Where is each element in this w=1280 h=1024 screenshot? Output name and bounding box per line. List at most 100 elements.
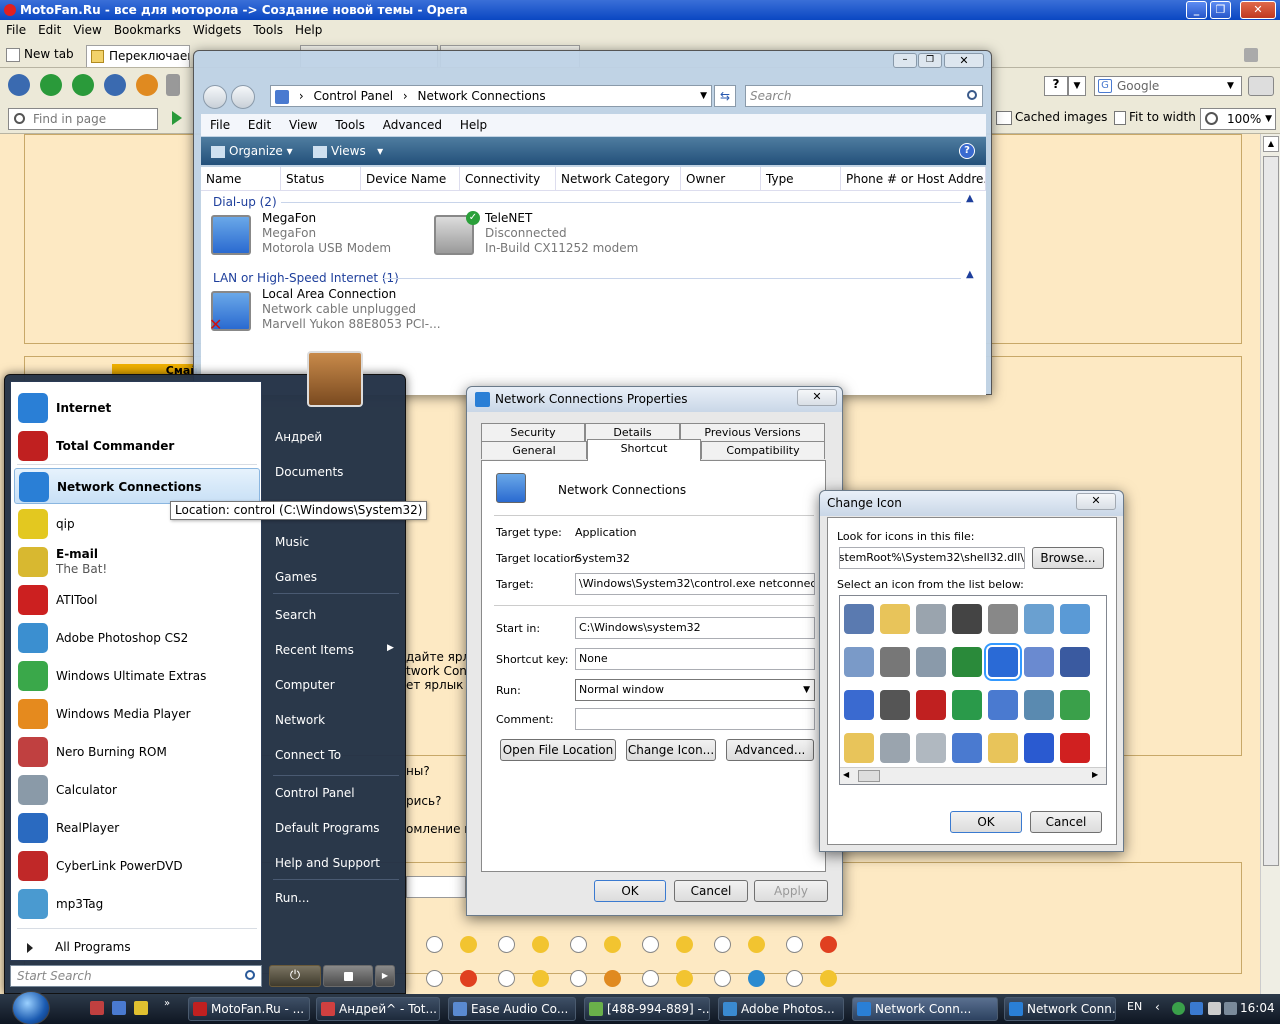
fit-to-width-button[interactable]: Fit to width — [1114, 110, 1196, 125]
ok-button[interactable]: OK — [950, 811, 1022, 833]
scroll-thumb[interactable] — [858, 770, 880, 782]
program-item[interactable]: Calculator — [14, 772, 260, 808]
menu-tools[interactable]: Tools — [335, 118, 365, 132]
start-place-item[interactable]: Default Programs — [275, 821, 380, 835]
program-item[interactable]: ATITool — [14, 582, 260, 618]
fast-forward-icon[interactable] — [104, 74, 126, 96]
minimize-button[interactable]: _ — [1186, 1, 1207, 19]
connection-megafon[interactable]: MegaFon MegaFon Motorola USB Modem — [209, 211, 429, 259]
smiley-icon[interactable] — [460, 936, 477, 953]
search-dropdown-icon[interactable]: ▼ — [1227, 76, 1241, 96]
collapse-icon[interactable]: ▲ — [966, 269, 974, 280]
menu-widgets[interactable]: Widgets — [187, 20, 248, 40]
page-scrollbar[interactable]: ▲ — [1260, 134, 1280, 994]
smiley-radio[interactable] — [786, 936, 803, 953]
smiley-radio[interactable] — [426, 936, 443, 953]
smiley-radio[interactable] — [498, 970, 515, 987]
taskbar-button[interactable]: Adobe Photos... — [718, 997, 844, 1021]
monitor-icon[interactable] — [1060, 604, 1090, 634]
icon-file-field[interactable]: \SystemRoot%\System32\shell32.dll — [839, 547, 1025, 569]
cancel-button[interactable]: Cancel — [674, 880, 748, 902]
views-button[interactable]: Views ▾ — [313, 137, 383, 165]
taskbar-button[interactable]: MotoFan.Ru - ... — [188, 997, 310, 1021]
breadcrumb-control-panel[interactable]: Control Panel — [313, 89, 393, 103]
chip2-icon[interactable] — [1060, 647, 1090, 677]
help-icon[interactable] — [1024, 733, 1054, 763]
scroll-left-icon[interactable]: ◀ — [843, 770, 849, 779]
binoculars-icon[interactable] — [1248, 76, 1274, 96]
disk-icon[interactable] — [880, 733, 910, 763]
start-place-item[interactable]: Search — [275, 608, 316, 622]
tray-icon[interactable] — [1190, 1002, 1203, 1015]
help-icon[interactable]: ? — [959, 143, 975, 159]
column-phone[interactable]: Phone # or Host Addre... — [841, 167, 986, 191]
apply-button[interactable]: Apply — [754, 880, 828, 902]
breadcrumb-network-connections[interactable]: Network Connections — [418, 89, 546, 103]
menu-help[interactable]: Help — [460, 118, 487, 132]
lan-computer-icon[interactable] — [952, 733, 982, 763]
mouse-globe-icon[interactable] — [952, 690, 982, 720]
menu-help[interactable]: Help — [289, 20, 328, 40]
scroll-right-icon[interactable]: ▶ — [1092, 770, 1098, 779]
smiley-icon[interactable] — [532, 970, 549, 987]
program-item[interactable]: Windows Ultimate Extras — [14, 658, 260, 694]
connection-local-area[interactable]: ✕ Local Area Connection Network cable un… — [209, 287, 469, 335]
smiley-icon[interactable] — [820, 936, 837, 953]
language-indicator[interactable]: EN — [1127, 1000, 1142, 1013]
search-engine-field[interactable]: G Google — [1094, 76, 1242, 96]
advanced-button[interactable]: Advanced... — [726, 739, 814, 761]
floppy-icon[interactable] — [880, 690, 910, 720]
start-place-item[interactable]: Network — [275, 713, 325, 727]
power-icon[interactable] — [1060, 733, 1090, 763]
clock-icon[interactable] — [1024, 604, 1054, 634]
collapse-icon[interactable]: ▲ — [966, 193, 974, 204]
column-connectivity[interactable]: Connectivity — [460, 167, 556, 191]
smiley-icon[interactable] — [460, 970, 477, 987]
scroll-thumb[interactable] — [1263, 156, 1279, 866]
tab-motofan[interactable]: Переключаем С — [86, 45, 190, 67]
taskbar-button[interactable]: Network Conn... — [852, 997, 998, 1021]
menu-bookmarks[interactable]: Bookmarks — [108, 20, 187, 40]
start-place-item[interactable]: Connect To — [275, 748, 341, 762]
smiley-icon[interactable] — [604, 936, 621, 953]
close-button[interactable]: ✕ — [1240, 1, 1276, 19]
smiley-icon[interactable] — [532, 936, 549, 953]
connection-telenet[interactable]: ✓ TeleNET Disconnected In-Build CX11252 … — [432, 211, 672, 259]
close-button[interactable]: ✕ — [797, 389, 837, 406]
server-icon[interactable] — [880, 647, 910, 677]
reload-icon[interactable] — [136, 74, 158, 96]
search-field[interactable]: Search — [745, 85, 983, 107]
tab-previous-versions[interactable]: Previous Versions — [680, 423, 825, 441]
cached-images-button[interactable]: Cached images — [996, 110, 1107, 125]
start-place-item[interactable]: Music — [275, 535, 309, 549]
tray-expand-icon[interactable]: ‹ — [1155, 1000, 1160, 1014]
window-icon[interactable] — [844, 604, 874, 634]
lan-icon[interactable] — [988, 690, 1018, 720]
menu-view[interactable]: View — [67, 20, 107, 40]
program-item[interactable]: Network Connections — [14, 468, 260, 504]
start-place-item[interactable]: Run... — [275, 891, 309, 905]
program-item[interactable]: Windows Media Player — [14, 696, 260, 732]
scroll-up-icon[interactable]: ▲ — [1263, 136, 1279, 152]
group-lan[interactable]: LAN or High-Speed Internet (1) — [213, 271, 399, 285]
target-field[interactable]: \Windows\System32\control.exe netconnect… — [575, 573, 815, 595]
smiley-icon[interactable] — [748, 970, 765, 987]
comment-field[interactable] — [575, 708, 815, 730]
back-icon[interactable] — [40, 74, 62, 96]
start-place-item[interactable]: Андрей — [275, 430, 322, 444]
column-name[interactable]: Name — [201, 167, 281, 191]
dropdown-arrow-icon[interactable]: ▼ — [1068, 76, 1086, 96]
minimize-button[interactable]: – — [893, 53, 917, 68]
maximize-button[interactable]: ❐ — [918, 53, 942, 68]
open-file-location-button[interactable]: Open File Location — [500, 739, 616, 761]
globe-icon[interactable] — [952, 647, 982, 677]
tab-security[interactable]: Security — [481, 423, 585, 441]
smiley-radio[interactable] — [642, 936, 659, 953]
user-picture[interactable] — [307, 351, 363, 407]
program-item[interactable]: Adobe Photoshop CS2 — [14, 620, 260, 656]
smiley-icon[interactable] — [676, 936, 693, 953]
folder-open-icon[interactable] — [844, 733, 874, 763]
program-item[interactable]: CyberLink PowerDVD — [14, 848, 260, 884]
taskbar-button[interactable]: Ease Audio Co... — [448, 997, 576, 1021]
back-button[interactable] — [203, 85, 227, 109]
